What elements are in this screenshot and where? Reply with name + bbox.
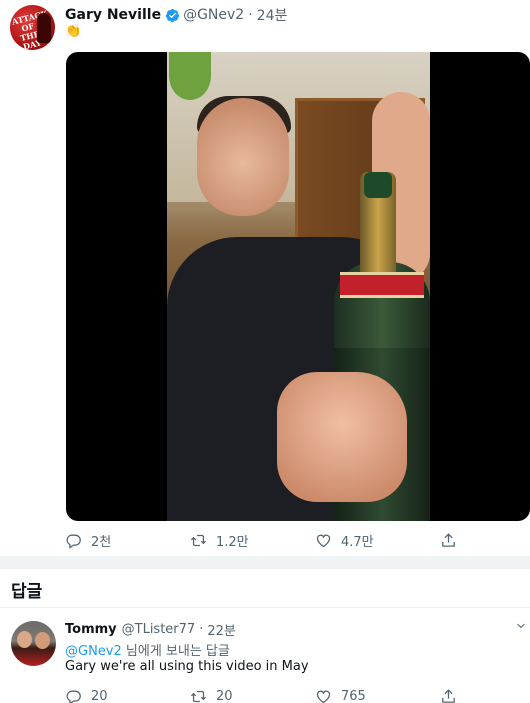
like-count: 4.7만 [341,534,374,550]
reply-actions: 20 20 765 [65,686,525,703]
replying-to-mention[interactable]: @GNev2 [65,644,122,659]
reply-time[interactable]: 22분 [207,620,236,639]
replies-heading: 답글 [11,582,43,602]
reply-reply-button[interactable]: 20 [65,686,108,703]
reply-text: Gary we're all using this video in May [65,659,309,674]
avatar-figure [37,13,51,43]
reply-retweet-button[interactable]: 20 [190,686,233,703]
video-plant [169,52,211,100]
reply-author-name[interactable]: Tommy [65,622,117,637]
retweet-icon [190,534,207,546]
video-holding-hand [277,372,407,502]
reply-like-count: 765 [341,688,366,703]
reply-share-button[interactable] [440,686,466,703]
reply-header-separator: · [199,622,204,637]
tweet: ATTACK OF THE DAY Gary Neville @GNev2 · 24… [0,0,530,556]
author-name[interactable]: Gary Neville [65,7,161,23]
tweet-text: 👏 [65,24,82,39]
more-options-chevron-down-icon[interactable] [515,620,527,632]
reply-retweet-count: 20 [216,688,233,703]
author-avatar[interactable]: ATTACK OF THE DAY [10,5,55,50]
reply-button[interactable]: 2천 [65,530,111,550]
reply-author-avatar[interactable] [11,621,56,666]
reply-tweet[interactable]: Tommy @TLister77 · 22분 @GNev2 님에게 보내는 답글… [0,612,530,703]
video-person-face [197,98,289,216]
retweet-icon [190,690,207,702]
video-frame [167,52,430,521]
share-button[interactable] [440,530,466,550]
retweet-count: 1.2만 [216,534,249,550]
tweet-time[interactable]: 24분 [257,5,288,25]
like-button[interactable]: 4.7만 [315,530,374,550]
reply-header: Tommy @TLister77 · 22분 [65,620,236,639]
header-separator: · [248,7,253,23]
reply-reply-count: 20 [91,688,108,703]
share-icon [442,532,455,547]
reply-icon [66,690,81,703]
replying-to-suffix: 님에게 보내는 답글 [121,644,230,659]
reply-icon [66,534,81,549]
share-icon [442,688,455,703]
verified-badge-icon [166,8,180,22]
tweet-actions: 2천 1.2만 4.7만 [65,530,525,550]
replies-divider [0,607,530,608]
like-icon [316,534,331,547]
replying-to: @GNev2 님에게 보내는 답글 [65,640,230,659]
section-divider [0,556,530,569]
like-icon [316,690,331,703]
reply-count: 2천 [91,534,112,550]
tweet-video[interactable] [66,52,530,521]
retweet-button[interactable]: 1.2만 [190,530,249,550]
tweet-header: Gary Neville @GNev2 · 24분 [65,6,287,24]
author-handle[interactable]: @GNev2 [183,7,244,23]
reply-like-button[interactable]: 765 [315,686,366,703]
reply-author-handle[interactable]: @TLister77 [122,622,196,637]
